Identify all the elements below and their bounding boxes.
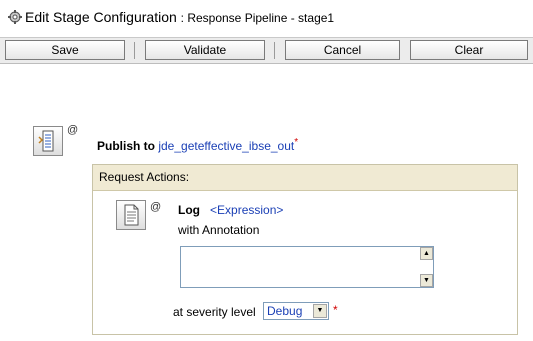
save-button[interactable]: Save <box>5 40 125 60</box>
clear-button[interactable]: Clear <box>410 40 528 60</box>
publish-stage-icon[interactable] <box>33 126 63 156</box>
stage-annotation-marker: @ <box>67 124 79 136</box>
toolbar-separator <box>134 42 135 59</box>
severity-label: at severity level <box>173 305 256 319</box>
chevron-down-icon[interactable]: ▼ <box>313 304 327 318</box>
cancel-button[interactable]: Cancel <box>285 40 400 60</box>
title-bar: Edit Stage Configuration : Response Pipe… <box>0 0 533 37</box>
gear-cog-icon <box>8 10 22 24</box>
annotation-textarea[interactable]: ▲ ▼ <box>180 246 434 288</box>
document-icon <box>124 204 139 226</box>
log-line: Log <Expression> <box>178 203 283 217</box>
validate-button[interactable]: Validate <box>145 40 265 60</box>
severity-required-marker: * <box>333 303 338 317</box>
expression-link[interactable]: <Expression> <box>210 203 283 217</box>
publish-target-link[interactable]: jde_geteffective_ibse_out <box>158 139 294 153</box>
severity-select[interactable]: Debug ▼ <box>263 302 329 320</box>
toolbar-separator <box>274 42 275 59</box>
publish-line: Publish to jde_geteffective_ibse_out* <box>97 137 298 153</box>
severity-value: Debug <box>267 304 303 318</box>
log-label: Log <box>178 203 200 217</box>
request-actions-header: Request Actions: <box>93 165 517 191</box>
page-subtitle: : Response Pipeline - stage1 <box>180 11 335 25</box>
page-title: Edit Stage Configuration : Response Pipe… <box>25 9 334 25</box>
publish-stage-glyph <box>38 130 54 152</box>
log-action-icon[interactable] <box>116 200 146 230</box>
toolbar: Save Validate Cancel Clear <box>0 37 533 64</box>
scroll-down-arrow-icon[interactable]: ▼ <box>420 274 433 287</box>
annotation-label: with Annotation <box>178 223 260 237</box>
page-title-text: Edit Stage Configuration <box>25 9 177 25</box>
request-actions-panel: Request Actions: @ Log <Expression> with… <box>92 164 518 335</box>
required-marker: * <box>294 137 299 148</box>
scroll-up-arrow-icon[interactable]: ▲ <box>420 247 433 260</box>
publish-prefix: Publish to <box>97 139 155 153</box>
log-annotation-marker: @ <box>150 201 162 213</box>
